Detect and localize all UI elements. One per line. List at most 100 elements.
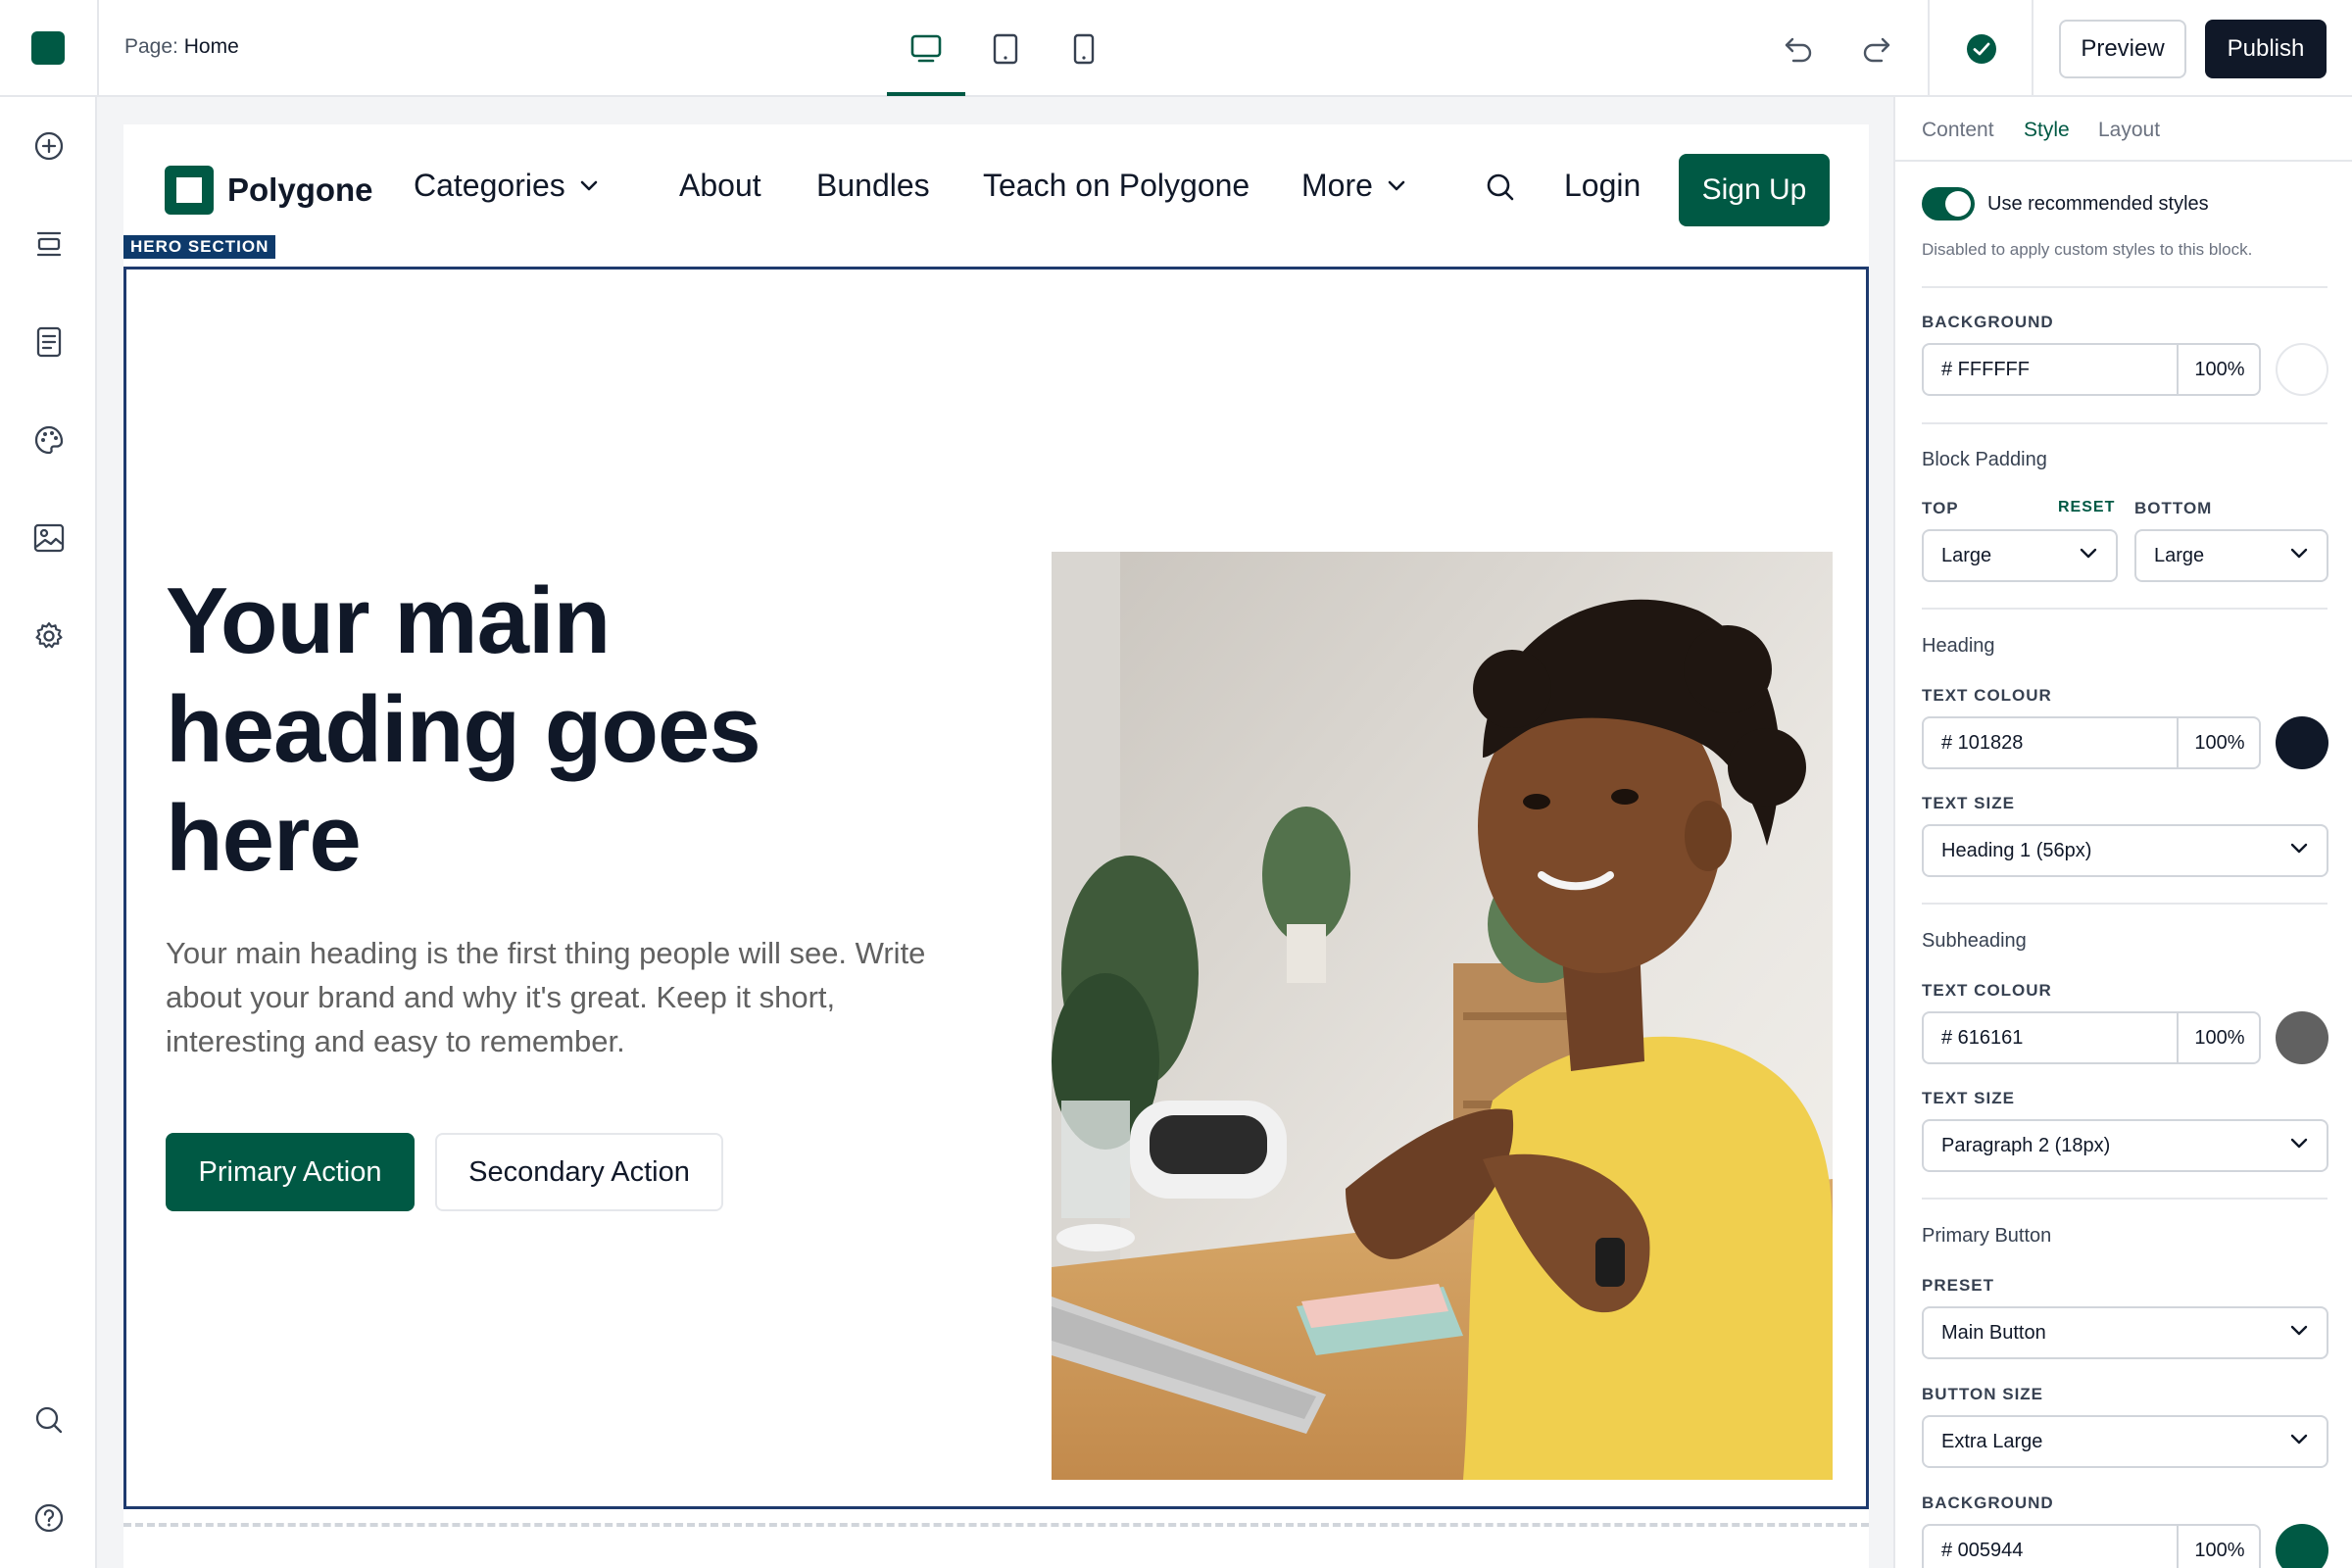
toolbar-divider [1928, 0, 1930, 97]
tablet-view-button[interactable] [978, 22, 1033, 76]
background-caption: BACKGROUND [1922, 313, 2054, 331]
subheading-size-select[interactable]: Paragraph 2 (18px) [1922, 1119, 2328, 1172]
chevron-down-icon [1388, 180, 1405, 190]
desktop-view-button[interactable] [899, 22, 954, 76]
theme-button[interactable] [25, 416, 73, 464]
redo-button[interactable] [1853, 25, 1900, 73]
mobile-view-button[interactable] [1056, 22, 1111, 76]
divider [1922, 1198, 2328, 1200]
settings-button[interactable] [25, 612, 73, 660]
hero-photo-illustration [1052, 552, 1833, 1480]
subheading-colour-hex: # 616161 [1941, 1027, 2024, 1049]
image-icon [33, 523, 65, 553]
padding-top-select[interactable]: Large [1922, 529, 2118, 582]
site-navbar[interactable]: Polygone Categories About Bundles Teach … [123, 124, 1869, 257]
next-section-placeholder[interactable] [123, 1523, 1869, 1568]
page-prefix: Page: [124, 35, 178, 58]
nav-teach[interactable]: Teach on Polygone [983, 168, 1250, 204]
recommended-styles-toggle[interactable] [1922, 187, 1975, 220]
hero-subheading[interactable]: Your main heading is the first thing peo… [166, 931, 969, 1063]
app-logo[interactable] [31, 31, 65, 65]
tab-style[interactable]: Style [2024, 119, 2070, 142]
button-background-swatch[interactable] [2276, 1524, 2328, 1568]
brand-logo-icon [165, 166, 214, 215]
search-button[interactable] [25, 1396, 73, 1444]
undo-button[interactable] [1775, 25, 1822, 73]
saved-check-icon [1967, 34, 1996, 64]
heading-size-select[interactable]: Heading 1 (56px) [1922, 824, 2328, 877]
active-device-indicator [887, 92, 965, 96]
padding-bottom-select[interactable]: Large [2134, 529, 2328, 582]
nav-categories[interactable]: Categories [414, 168, 599, 204]
brand-name: Polygone [227, 172, 373, 208]
heading-colour-hex: # 101828 [1941, 732, 2024, 754]
button-background-hex: # 005944 [1941, 1540, 2024, 1561]
primary-action-button[interactable]: Primary Action [166, 1133, 415, 1211]
pages-button[interactable] [25, 318, 73, 366]
nav-login[interactable]: Login [1564, 168, 1641, 204]
block-padding-title: Block Padding [1922, 449, 2047, 470]
tab-layout[interactable]: Layout [2098, 119, 2160, 142]
preview-button[interactable]: Preview [2059, 20, 2186, 78]
page-builder-app: Page: Home Preview Publish Polygone Cate… [0, 0, 2352, 1568]
secondary-action-button[interactable]: Secondary Action [435, 1133, 723, 1211]
search-icon [35, 1406, 63, 1434]
media-button[interactable] [25, 514, 73, 562]
subheading-title: Subheading [1922, 930, 2027, 952]
hero-image[interactable] [1052, 552, 1833, 1480]
mobile-icon [1073, 33, 1095, 65]
heading-colour-caption: TEXT COLOUR [1922, 686, 2052, 705]
chevron-down-icon [2290, 843, 2308, 854]
padding-top-caption: TOP [1922, 499, 1959, 517]
button-preset-value: Main Button [1941, 1322, 2046, 1344]
site-brand[interactable]: Polygone [165, 166, 373, 215]
nav-more[interactable]: More [1301, 168, 1406, 204]
signup-button[interactable]: Sign Up [1679, 154, 1830, 226]
panel-tabs: Content Style Layout [1895, 97, 2352, 162]
padding-reset-link[interactable]: RESET [2058, 499, 2115, 516]
save-status [1958, 25, 2005, 73]
heading-colour-swatch[interactable] [2276, 716, 2328, 769]
button-preset-select[interactable]: Main Button [1922, 1306, 2328, 1359]
undo-icon [1785, 37, 1812, 63]
subheading-colour-field[interactable]: # 616161 100% [1922, 1011, 2261, 1064]
top-toolbar: Page: Home Preview Publish [0, 0, 2352, 97]
background-hex-field[interactable]: # FFFFFF 100% [1922, 343, 2261, 396]
nav-about[interactable]: About [679, 168, 761, 204]
subheading-size-caption: TEXT SIZE [1922, 1089, 2015, 1107]
tab-content[interactable]: Content [1922, 119, 1994, 142]
hero-heading[interactable]: Your main heading goes here [166, 566, 852, 893]
style-settings-panel: Content Style Layout Use recommended sty… [1893, 97, 2352, 1568]
padding-bottom-caption: BOTTOM [2134, 499, 2213, 517]
heading-colour-field[interactable]: # 101828 100% [1922, 716, 2261, 769]
page-selector[interactable]: Page: Home [124, 35, 239, 59]
hero-section[interactable]: Your main heading goes here Your main he… [123, 267, 1869, 1509]
left-tool-rail [0, 97, 97, 1568]
button-size-select[interactable]: Extra Large [1922, 1415, 2328, 1468]
subheading-colour-swatch[interactable] [2276, 1011, 2328, 1064]
button-background-field[interactable]: # 005944 100% [1922, 1524, 2261, 1568]
help-button[interactable] [25, 1494, 73, 1542]
chevron-down-icon [2290, 1325, 2308, 1336]
add-block-button[interactable] [25, 122, 73, 170]
padding-top-value: Large [1941, 545, 1992, 566]
nav-search-button[interactable] [1471, 172, 1516, 203]
palette-icon [34, 425, 64, 455]
chevron-down-icon [2290, 1434, 2308, 1445]
publish-button[interactable]: Publish [2205, 20, 2327, 78]
sections-button[interactable] [25, 220, 73, 268]
background-color-swatch[interactable] [2276, 343, 2328, 396]
editor-canvas: Polygone Categories About Bundles Teach … [97, 97, 1893, 1568]
primary-button-title: Primary Button [1922, 1225, 2052, 1247]
background-hex-value: # FFFFFF [1941, 359, 2030, 380]
add-block-icon [34, 131, 64, 161]
heading-colour-opacity[interactable]: 100% [2177, 718, 2261, 767]
page-name: Home [183, 35, 239, 58]
nav-bundles[interactable]: Bundles [816, 168, 930, 204]
chevron-down-icon [2080, 548, 2097, 559]
subheading-size-value: Paragraph 2 (18px) [1941, 1135, 2111, 1156]
button-background-opacity[interactable]: 100% [2177, 1526, 2261, 1568]
redo-icon [1863, 37, 1890, 63]
subheading-colour-opacity[interactable]: 100% [2177, 1013, 2261, 1062]
background-opacity[interactable]: 100% [2177, 345, 2261, 394]
